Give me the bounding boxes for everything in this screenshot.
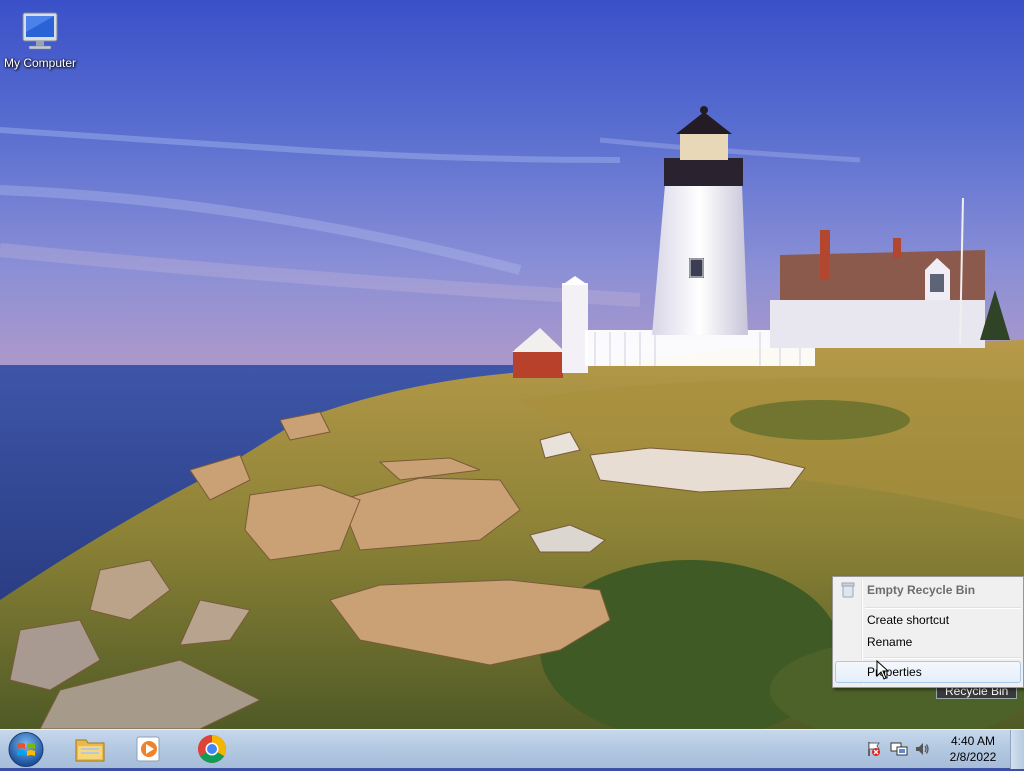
menu-item-properties[interactable]: Properties [835,661,1021,683]
chrome-icon [198,735,226,763]
menu-item-label: Empty Recycle Bin [867,583,976,597]
my-computer-label: My Computer [3,56,77,70]
menu-item-rename[interactable]: Rename [835,631,1021,653]
menu-separator [865,657,1021,659]
taskbar-media-player[interactable] [120,732,178,767]
file-explorer-icon [75,739,105,762]
clock-date: 2/8/2022 [949,750,997,764]
my-computer-desktop-icon[interactable]: My Computer [0,8,80,70]
media-player-icon [136,736,160,762]
taskbar-file-explorer[interactable] [60,732,118,767]
action-center-flag-icon[interactable] [866,741,882,757]
system-clock[interactable]: 4:40 AM 2/8/2022 [936,733,1010,765]
menu-item-label: Rename [867,635,913,649]
recycle-bin-icon [841,582,855,598]
recycle-bin-context-menu: Empty Recycle Bin Create shortcut Rename… [832,576,1024,688]
start-orb-icon [8,732,44,767]
clock-time: 4:40 AM [950,734,996,748]
show-desktop-button[interactable] [1010,730,1024,769]
computer-icon [22,12,58,50]
network-icon[interactable] [890,741,908,757]
mouse-pointer-icon [876,660,890,680]
start-button[interactable] [6,731,46,768]
taskbar: 4:40 AM 2/8/2022 [0,729,1024,769]
menu-item-label: Create shortcut [867,613,950,627]
menu-item-empty-recycle-bin[interactable]: Empty Recycle Bin [835,579,1021,601]
volume-icon[interactable] [914,741,930,757]
menu-item-create-shortcut[interactable]: Create shortcut [835,609,1021,631]
taskbar-chrome[interactable] [183,732,241,767]
